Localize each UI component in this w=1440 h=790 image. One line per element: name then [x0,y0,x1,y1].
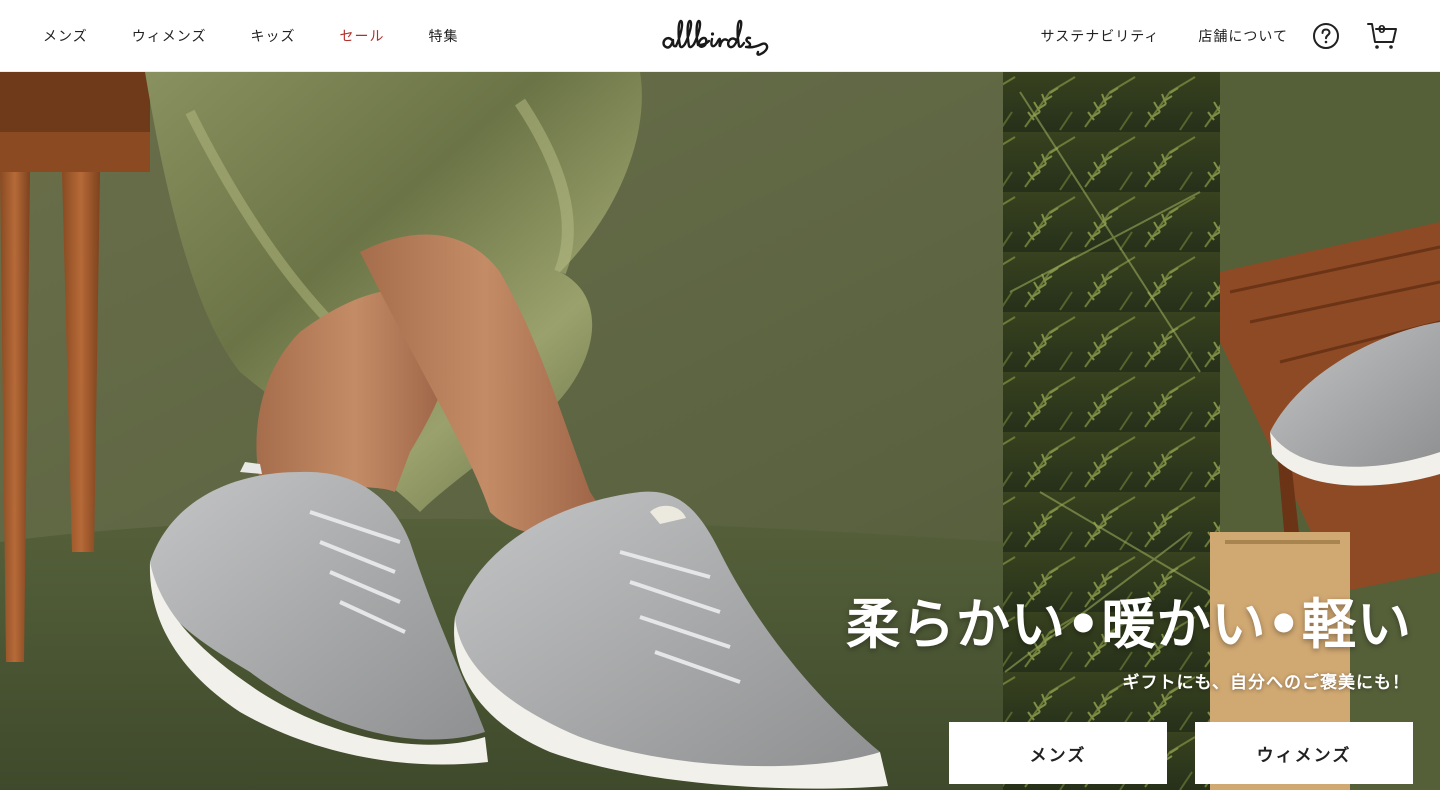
nav-link-features[interactable]: 特集 [428,26,458,46]
nav-link-stores[interactable]: 店舗について [1198,26,1288,46]
nav-link-mens[interactable]: メンズ [43,26,88,46]
hero-subheadline: ギフトにも、自分へのご褒美にも！ [1122,673,1410,693]
nav-link-sale[interactable]: セール [339,26,384,46]
nav-link-womens[interactable]: ウィメンズ [132,26,207,46]
shop-mens-button[interactable]: メンズ [949,722,1167,784]
help-icon[interactable] [1312,22,1340,50]
allbirds-wordmark [662,19,769,56]
cart-icon[interactable]: 0 [1366,20,1398,52]
secondary-nav: サステナビリティ 店舗について 0 [1041,0,1398,72]
shop-womens-button[interactable]: ウィメンズ [1195,722,1413,784]
primary-nav: メンズ ウィメンズ キッズ セール 特集 [43,0,502,72]
brand-logo[interactable] [658,14,784,58]
site-header: メンズ ウィメンズ キッズ セール 特集 サステナビリティ 店舗について 0 [0,0,1440,72]
hero-banner: 柔らかい•暖かい•軽い ギフトにも、自分へのご褒美にも！ メンズ ウィメンズ [0,72,1440,790]
cart-count-badge: 0 [1378,23,1386,36]
nav-link-sustainability[interactable]: サステナビリティ [1041,26,1160,46]
nav-link-kids[interactable]: キッズ [250,26,295,46]
hero-headline: 柔らかい•暖かい•軽い [845,593,1412,656]
